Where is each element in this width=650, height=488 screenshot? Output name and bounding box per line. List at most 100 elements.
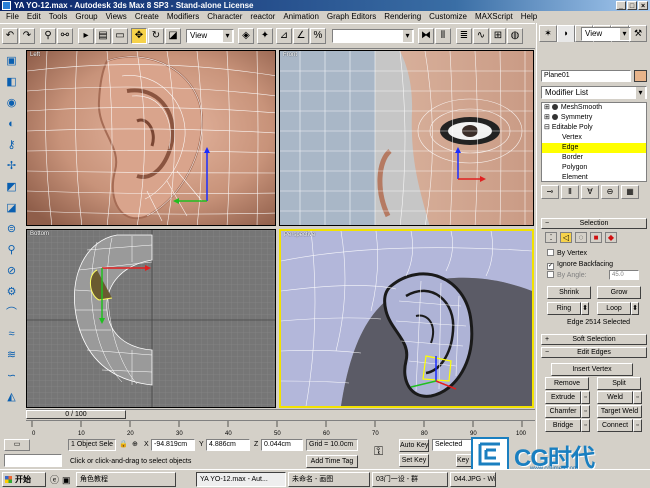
menu-group[interactable]: Group [71, 11, 101, 23]
axis-constraint-icon[interactable]: ✦ [257, 28, 273, 44]
stack-subitem-border[interactable]: Border [542, 153, 646, 163]
modify-tab-icon[interactable]: ◗ [557, 25, 575, 42]
viewport-left[interactable]: Left [26, 50, 276, 226]
create-cylinder-icon[interactable]: ◧ [3, 74, 20, 91]
viewport-label-front[interactable]: Front [283, 52, 297, 58]
menu-file[interactable]: File [2, 11, 23, 23]
select-move-icon[interactable]: ✥ [131, 28, 147, 44]
create-space-warp-icon[interactable]: ⚲ [3, 242, 20, 259]
create-sphere-icon[interactable]: ◉ [3, 95, 20, 112]
pin-stack-icon[interactable]: ⊸ [541, 185, 559, 199]
unlink-icon[interactable]: ⚯ [57, 28, 73, 44]
rect-selection-icon[interactable]: ▭ [112, 28, 128, 44]
stack-item-editable-poly[interactable]: ⊟ Editable Poly [542, 123, 646, 133]
maxscript-mini-listener[interactable] [4, 454, 62, 467]
select-by-name-icon[interactable]: ▤ [95, 28, 111, 44]
menu-modifiers[interactable]: Modifiers [163, 11, 203, 23]
stack-subitem-vertex[interactable]: Vertex [542, 133, 646, 143]
modifier-list-dropdown[interactable]: Modifier List [541, 86, 647, 99]
menu-reactor[interactable]: reactor [246, 11, 279, 23]
menu-tools[interactable]: Tools [45, 11, 72, 23]
maximize-button[interactable]: □ [627, 1, 637, 10]
snap-toggle-icon[interactable]: ⊿ [276, 28, 292, 44]
bulb-icon[interactable] [551, 104, 558, 110]
minimize-button[interactable]: _ [616, 1, 626, 10]
angle-snap-icon[interactable]: ∠ [293, 28, 309, 44]
quicklaunch-ie-icon[interactable]: ⓔ [50, 474, 59, 486]
menu-edit[interactable]: Edit [23, 11, 45, 23]
create-helper-icon[interactable]: ✢ [3, 158, 20, 175]
viewport-label-perspective[interactable]: Perspective [284, 232, 315, 238]
make-unique-icon[interactable]: ∀ [581, 185, 599, 199]
title-bar[interactable]: YA YO-12.max - Autodesk 3ds Max 8 SP3 - … [0, 0, 650, 11]
modifier-stack[interactable]: ⊞ MeshSmooth ⊞ Symmetry ⊟ Editable Poly … [541, 102, 647, 182]
edit-edges-rollout[interactable]: − Edit Edges [541, 347, 647, 358]
redo-icon[interactable]: ↷ [19, 28, 35, 44]
modifier-taper-icon[interactable]: ◭ [3, 389, 20, 406]
extrude-button[interactable]: Extrude [545, 391, 581, 404]
absolute-mode-icon[interactable]: ⊕ [132, 439, 138, 451]
key-icon[interactable]: ⚿ [374, 445, 383, 457]
key-mode-dropdown[interactable]: Selected [432, 439, 472, 451]
extrude-settings-button[interactable]: ▫ [581, 391, 590, 404]
element-mode-icon[interactable]: ◆ [605, 232, 617, 243]
viewport-front[interactable]: Front [279, 50, 534, 226]
menu-help[interactable]: Help [517, 11, 541, 23]
x-coordinate-field[interactable]: -94.819cm [151, 439, 195, 451]
create-light-icon[interactable]: ◪ [3, 200, 20, 217]
ring-spinner[interactable]: ⬍ [581, 302, 589, 315]
align-icon[interactable]: ⫴ [435, 28, 451, 44]
menu-customize[interactable]: Customize [425, 11, 471, 23]
edge-mode-icon[interactable]: ◁ [560, 232, 572, 243]
viewport-label-bottom[interactable]: Bottom [30, 231, 49, 237]
close-button[interactable]: × [638, 1, 648, 10]
reference-coordinate-dropdown[interactable]: View [186, 29, 234, 43]
by-vertex-checkbox[interactable]: By Vertex [547, 249, 587, 258]
modifier-bend-icon[interactable]: ⌒ [3, 305, 20, 322]
start-button[interactable]: 开始 [2, 472, 46, 487]
by-angle-checkbox[interactable]: By Angle: [547, 271, 587, 280]
select-rotate-icon[interactable]: ↻ [148, 28, 164, 44]
selection-rollout[interactable]: − Selection [541, 218, 647, 229]
set-key-button[interactable]: Set Key [399, 454, 429, 467]
ignore-backfacing-checkbox[interactable]: ✓ Ignore Backfacing [547, 260, 613, 270]
border-mode-icon[interactable]: ◌ [575, 232, 587, 243]
modifier-noise-icon[interactable]: ≈ [3, 326, 20, 343]
create-camera-icon[interactable]: ◩ [3, 179, 20, 196]
select-scale-icon[interactable]: ◪ [165, 28, 181, 44]
schematic-view-icon[interactable]: ⊞ [490, 28, 506, 44]
connect-button[interactable]: Connect [597, 419, 633, 432]
create-box-icon[interactable]: ▣ [3, 53, 20, 70]
insert-vertex-button[interactable]: Insert Vertex [551, 363, 633, 376]
grow-button[interactable]: Grow [597, 286, 641, 299]
create-system-icon[interactable]: ⚙ [3, 284, 20, 301]
show-end-result-icon[interactable]: Ⅱ [561, 185, 579, 199]
split-button[interactable]: Split [597, 377, 641, 390]
object-color-swatch[interactable] [634, 70, 647, 82]
loop-button[interactable]: Loop [597, 302, 631, 315]
utilities-tab-icon[interactable]: ⚒ [629, 25, 647, 42]
create-nurbs-icon[interactable]: ⊘ [3, 263, 20, 280]
time-slider-thumb[interactable]: 0 / 100 [26, 410, 126, 419]
vertex-mode-icon[interactable]: ⁚ [545, 232, 557, 243]
stack-subitem-edge[interactable]: Edge [542, 143, 646, 153]
create-tab-icon[interactable]: ✶ [539, 25, 557, 42]
menu-create[interactable]: Create [131, 11, 163, 23]
add-time-tag-button[interactable]: Add Time Tag [306, 455, 358, 468]
menu-views[interactable]: Views [102, 11, 131, 23]
taskbar-item-desktop-folder[interactable]: 角色教程 [76, 472, 176, 487]
chamfer-button[interactable]: Chamfer [545, 405, 581, 418]
z-coordinate-field[interactable]: 0.044cm [261, 439, 303, 451]
named-selection-dropdown[interactable] [332, 29, 414, 43]
auto-key-button[interactable]: Auto Key [399, 439, 429, 452]
weld-settings-button[interactable]: ▫ [633, 391, 642, 404]
menu-rendering[interactable]: Rendering [380, 11, 425, 23]
chamfer-settings-button[interactable]: ▫ [581, 405, 590, 418]
menu-graph-editors[interactable]: Graph Editors [323, 11, 380, 23]
timeline-ruler[interactable]: 0 10 20 30 40 50 60 70 80 90 100 [26, 420, 535, 437]
quicklaunch-desktop-icon[interactable]: ▣ [62, 474, 71, 486]
mirror-icon[interactable]: ⧓ [418, 28, 434, 44]
create-particle-icon[interactable]: ⊜ [3, 221, 20, 238]
select-object-icon[interactable]: ▸ [78, 28, 94, 44]
target-weld-button[interactable]: Target Weld [597, 405, 642, 418]
